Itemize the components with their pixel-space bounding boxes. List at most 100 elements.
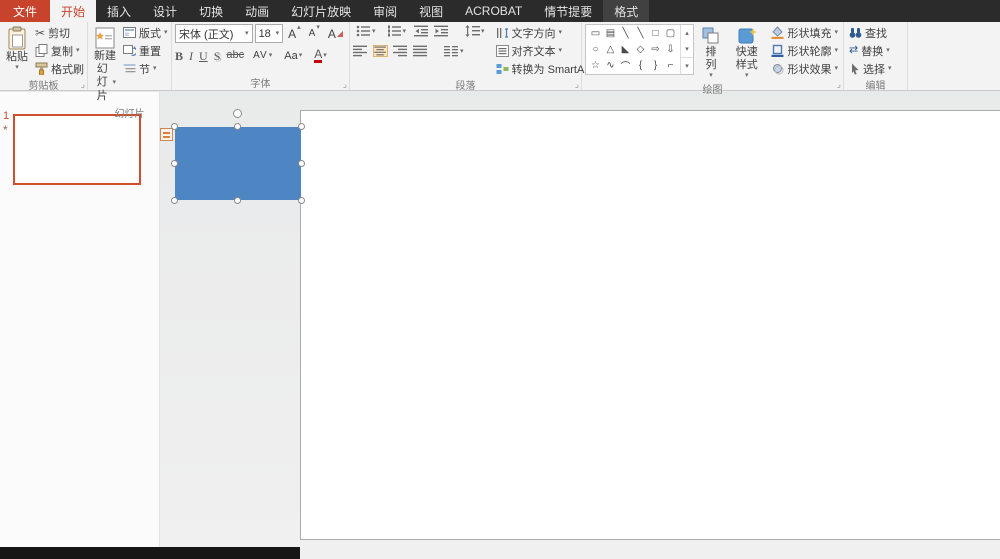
tab-insert[interactable]: 插入 xyxy=(96,0,142,22)
resize-handle-top-left[interactable] xyxy=(171,123,178,130)
decrease-indent-button[interactable] xyxy=(414,25,429,37)
slide-1-thumbnail[interactable] xyxy=(13,114,141,185)
cut-button[interactable]: ✂ 剪切 xyxy=(33,24,86,41)
italic-button[interactable]: I xyxy=(189,50,193,62)
change-case-button[interactable]: Aa ▾ xyxy=(281,46,305,65)
bullets-button[interactable]: ▾ xyxy=(353,24,379,38)
numbering-button[interactable]: ▾ xyxy=(384,24,410,38)
shape-icon[interactable]: □ xyxy=(652,28,658,39)
font-dialog-launcher[interactable]: ⌟ xyxy=(343,80,347,89)
find-button[interactable]: 查找 xyxy=(847,24,894,41)
shape-fill-button[interactable]: 形状填充 ▾ xyxy=(769,24,840,41)
shapes-gallery[interactable]: ▭ ▤ ╲ ╲ □ ▢ ○ △ ◣ ◇ ⇨ ⇩ ☆ ∿ ⌒ { } ⌐ ▴ ▾ … xyxy=(585,24,694,75)
slide-canvas[interactable] xyxy=(300,110,1000,540)
resize-handle-top-center[interactable] xyxy=(234,123,241,130)
increase-font-button[interactable]: A ▴ xyxy=(285,24,304,43)
paste-icon xyxy=(8,26,26,50)
tab-home[interactable]: 开始 xyxy=(50,0,97,22)
shape-fill-icon xyxy=(771,26,784,39)
resize-handle-top-right[interactable] xyxy=(298,123,305,130)
shape-icon[interactable]: ☆ xyxy=(591,60,600,71)
align-right-button[interactable] xyxy=(393,45,408,57)
layout-button[interactable]: 版式 ▾ xyxy=(121,24,170,41)
font-name-combobox[interactable]: 宋体 (正文) ▾ xyxy=(175,24,253,43)
tab-transitions[interactable]: 切换 xyxy=(188,0,234,22)
shape-icon[interactable]: ⌐ xyxy=(668,60,674,71)
bold-button[interactable]: B xyxy=(175,50,183,62)
shape-icon[interactable]: ◣ xyxy=(622,44,630,55)
paste-button[interactable]: 粘贴 ▾ xyxy=(3,24,31,73)
resize-handle-middle-left[interactable] xyxy=(171,159,178,167)
select-button[interactable]: 选择 ▾ xyxy=(847,60,894,77)
tab-storyboard[interactable]: 情节提要 xyxy=(533,0,603,22)
format-painter-button[interactable]: 格式刷 xyxy=(33,60,86,77)
shape-icon[interactable]: { xyxy=(639,60,642,71)
align-left-button[interactable] xyxy=(353,45,368,57)
tab-acrobat[interactable]: ACROBAT xyxy=(454,0,533,22)
reset-button[interactable]: 重置 xyxy=(121,42,170,59)
group-editing: 查找 ⇄ 替换 ▾ 选择 ▾ 编辑 xyxy=(844,22,908,92)
columns-icon xyxy=(444,46,458,57)
rotation-handle[interactable] xyxy=(233,109,242,118)
resize-handle-bottom-left[interactable] xyxy=(171,197,178,204)
new-slide-button[interactable]: 新建 幻灯片 ▾ xyxy=(91,24,119,105)
caret-icon: ▾ xyxy=(886,47,890,54)
smart-tag-icon[interactable] xyxy=(160,128,173,141)
font-color-button[interactable]: A ▾ xyxy=(311,46,330,65)
clipboard-dialog-launcher[interactable]: ⌟ xyxy=(81,80,85,89)
resize-handle-middle-right[interactable] xyxy=(298,159,305,167)
resize-handle-bottom-right[interactable] xyxy=(298,197,305,204)
shape-icon[interactable]: △ xyxy=(607,44,615,55)
drawing-dialog-launcher[interactable]: ⌟ xyxy=(837,80,841,89)
shape-icon[interactable]: ⇨ xyxy=(651,44,659,55)
tab-view[interactable]: 视图 xyxy=(408,0,454,22)
ribbon-tab-bar: 文件 开始 插入 设计 切换 动画 幻灯片放映 审阅 视图 ACROBAT 情节… xyxy=(0,0,1000,22)
tab-format-contextual[interactable]: 格式 xyxy=(603,0,650,22)
tab-review[interactable]: 审阅 xyxy=(362,0,408,22)
replace-button[interactable]: ⇄ 替换 ▾ xyxy=(847,42,894,59)
tab-animations[interactable]: 动画 xyxy=(234,0,280,22)
tab-file[interactable]: 文件 xyxy=(0,0,51,22)
slide-thumbnail-panel[interactable]: 1 * xyxy=(0,92,160,547)
tab-slideshow[interactable]: 幻灯片放映 xyxy=(280,0,362,22)
shape-icon[interactable]: ▢ xyxy=(666,28,675,39)
shape-icon[interactable]: ◇ xyxy=(637,44,645,55)
quick-styles-button[interactable]: 快速样式 ▾ xyxy=(728,24,765,81)
strikethrough-button[interactable]: abc xyxy=(226,50,244,61)
arrange-button[interactable]: 排列 ▾ xyxy=(698,24,724,81)
shape-icon[interactable]: ○ xyxy=(592,44,598,55)
gallery-more-button[interactable]: ▾ xyxy=(681,57,693,74)
shape-icon[interactable]: } xyxy=(654,60,657,71)
group-label-editing: 编辑 xyxy=(865,81,886,92)
paragraph-dialog-launcher[interactable]: ⌟ xyxy=(575,80,579,89)
decrease-font-button[interactable]: A ▾ xyxy=(306,24,323,43)
shape-outline-button[interactable]: 形状轮廓 ▾ xyxy=(769,42,840,59)
underline-button[interactable]: U xyxy=(199,50,208,62)
shape-effects-button[interactable]: 形状效果 ▾ xyxy=(769,60,840,77)
line-spacing-button[interactable]: ▾ xyxy=(462,24,488,38)
reset-label: 重置 xyxy=(139,45,161,58)
shape-icon[interactable]: ∿ xyxy=(606,60,614,71)
gallery-scroll-down-button[interactable]: ▾ xyxy=(681,41,693,57)
align-center-button[interactable] xyxy=(373,45,388,57)
shape-icon[interactable]: ⌒ xyxy=(621,58,631,73)
tab-design[interactable]: 设计 xyxy=(142,0,188,22)
justify-button[interactable] xyxy=(413,45,428,57)
increase-indent-button[interactable] xyxy=(434,25,449,37)
text-shadow-button[interactable]: S xyxy=(214,50,221,62)
clear-formatting-button[interactable]: A ◢ xyxy=(325,24,346,43)
gallery-scroll-up-button[interactable]: ▴ xyxy=(681,25,693,41)
line-spacing-icon xyxy=(465,25,481,37)
columns-button[interactable]: ▾ xyxy=(441,44,467,58)
resize-handle-bottom-center[interactable] xyxy=(234,197,241,204)
shape-icon[interactable]: ╲ xyxy=(637,28,643,39)
shape-icon[interactable]: ╲ xyxy=(622,28,628,39)
shape-icon[interactable]: ▭ xyxy=(591,28,600,39)
shape-icon[interactable]: ⇩ xyxy=(666,44,674,55)
section-button[interactable]: 节 ▾ xyxy=(121,60,170,77)
shape-icon[interactable]: ▤ xyxy=(606,28,615,39)
selected-rectangle-shape[interactable] xyxy=(171,109,305,204)
font-size-combobox[interactable]: 18 ▾ xyxy=(254,24,284,43)
character-spacing-button[interactable]: AV ▾ xyxy=(250,46,275,65)
copy-button[interactable]: 复制 ▾ xyxy=(33,42,86,59)
